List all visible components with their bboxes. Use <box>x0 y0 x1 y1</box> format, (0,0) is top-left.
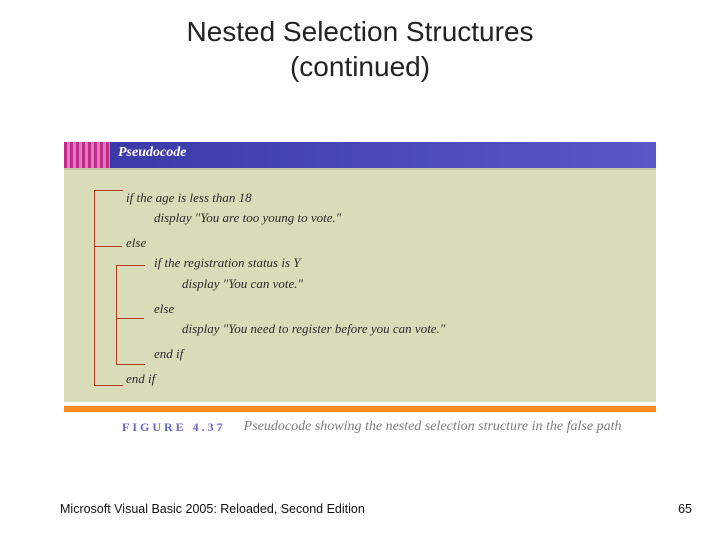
slide: Nested Selection Structures (continued) … <box>0 0 720 540</box>
title-line-2: (continued) <box>290 51 430 82</box>
title-line-1: Nested Selection Structures <box>186 16 533 47</box>
pseudocode-text: if the age is less than 18 display "You … <box>126 188 445 389</box>
code-line: display "You need to register before you… <box>182 319 445 339</box>
code-line: end if <box>154 344 445 364</box>
tab-label: Pseudocode <box>118 145 186 161</box>
figure-caption: Pseudocode showing the nested selection … <box>240 418 622 437</box>
inner-bracket <box>116 265 117 365</box>
footer-text: Microsoft Visual Basic 2005: Reloaded, S… <box>60 502 365 516</box>
code-line: end if <box>126 369 445 389</box>
figure-number: FIGURE 4.37 <box>64 418 240 437</box>
slide-title: Nested Selection Structures (continued) <box>0 0 720 84</box>
outer-bracket <box>94 190 95 386</box>
outer-bracket-mid <box>94 246 122 247</box>
code-line: display "You are too young to vote." <box>154 208 445 228</box>
figure-tab: Pseudocode <box>64 142 656 168</box>
code-line: else <box>154 299 445 319</box>
tab-background <box>110 142 656 168</box>
code-line: display "You can vote." <box>182 274 445 294</box>
tab-stripe-decoration <box>64 142 110 168</box>
code-line: if the registration status is Y <box>154 253 445 273</box>
figure: Pseudocode if the age is less than 18 di… <box>64 142 656 437</box>
code-line: else <box>126 233 445 253</box>
figure-caption-row: FIGURE 4.37 Pseudocode showing the neste… <box>64 412 656 437</box>
code-line: if the age is less than 18 <box>126 188 445 208</box>
page-number: 65 <box>678 502 692 516</box>
pseudocode-panel: if the age is less than 18 display "You … <box>64 168 656 402</box>
